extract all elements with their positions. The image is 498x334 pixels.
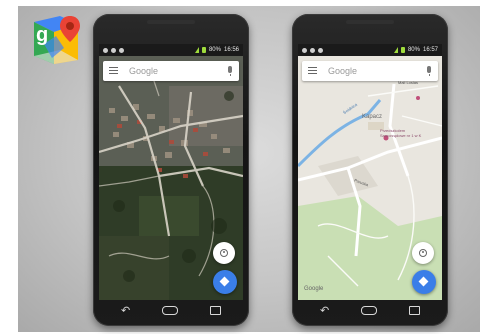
notification-icon [111, 47, 116, 53]
back-icon[interactable]: ↶ [320, 305, 329, 317]
signal-icon [393, 47, 398, 53]
search-bar[interactable]: Google [302, 61, 438, 81]
my-location-button[interactable] [213, 242, 235, 264]
google-maps-logo-icon: g [34, 16, 80, 64]
microphone-icon[interactable] [427, 66, 431, 76]
android-nav-bar: ↶ [298, 300, 442, 324]
directions-button[interactable] [412, 270, 436, 294]
phone-speaker [346, 20, 394, 24]
notification-icon [103, 47, 108, 53]
status-time: 16:56 [223, 47, 239, 53]
status-bar: 80% 16:57 [298, 44, 442, 56]
search-input[interactable]: Google [129, 61, 158, 81]
google-watermark: Google [304, 286, 324, 292]
battery-level: 80% [208, 47, 221, 53]
battery-level: 80% [407, 47, 420, 53]
phone-satellite: 80% 16:56 Google ↶ [93, 14, 249, 326]
phone-screen: 80% 16:57 Kapacz Przedszkolem Samorządow… [298, 44, 442, 300]
menu-icon[interactable] [109, 67, 118, 74]
microphone-icon[interactable] [228, 66, 232, 76]
location-status-icon [318, 47, 323, 53]
my-location-button[interactable] [412, 242, 434, 264]
home-icon[interactable] [162, 306, 178, 315]
search-input[interactable]: Google [328, 61, 357, 81]
phone-speaker [147, 20, 195, 24]
map-label-poi: Przedszkolem Samorządowe nr 1 w K [380, 128, 422, 138]
notification-icon [302, 47, 307, 53]
status-time: 16:57 [422, 47, 438, 53]
menu-icon[interactable] [308, 67, 317, 74]
phone-map: 80% 16:57 Kapacz Przedszkolem Samorządow… [292, 14, 448, 326]
notification-icon [310, 47, 315, 53]
phone-screen: 80% 16:56 Google [99, 44, 243, 300]
battery-icon [400, 47, 405, 53]
search-bar[interactable]: Google [103, 61, 239, 81]
status-bar: 80% 16:56 [99, 44, 243, 56]
back-icon[interactable]: ↶ [121, 305, 130, 317]
location-status-icon [119, 47, 124, 53]
background-stage: g 80% 16:56 Google ↶ 80% 16:57 Kapacz Pr… [18, 6, 480, 332]
recent-apps-icon[interactable] [409, 306, 420, 315]
home-icon[interactable] [361, 306, 377, 315]
recent-apps-icon[interactable] [210, 306, 221, 315]
signal-icon [194, 47, 199, 53]
battery-icon [201, 47, 206, 53]
android-nav-bar: ↶ [99, 300, 243, 324]
map-label-place: Kapacz [362, 114, 383, 120]
directions-button[interactable] [213, 270, 237, 294]
logo-letter: g [36, 24, 48, 46]
